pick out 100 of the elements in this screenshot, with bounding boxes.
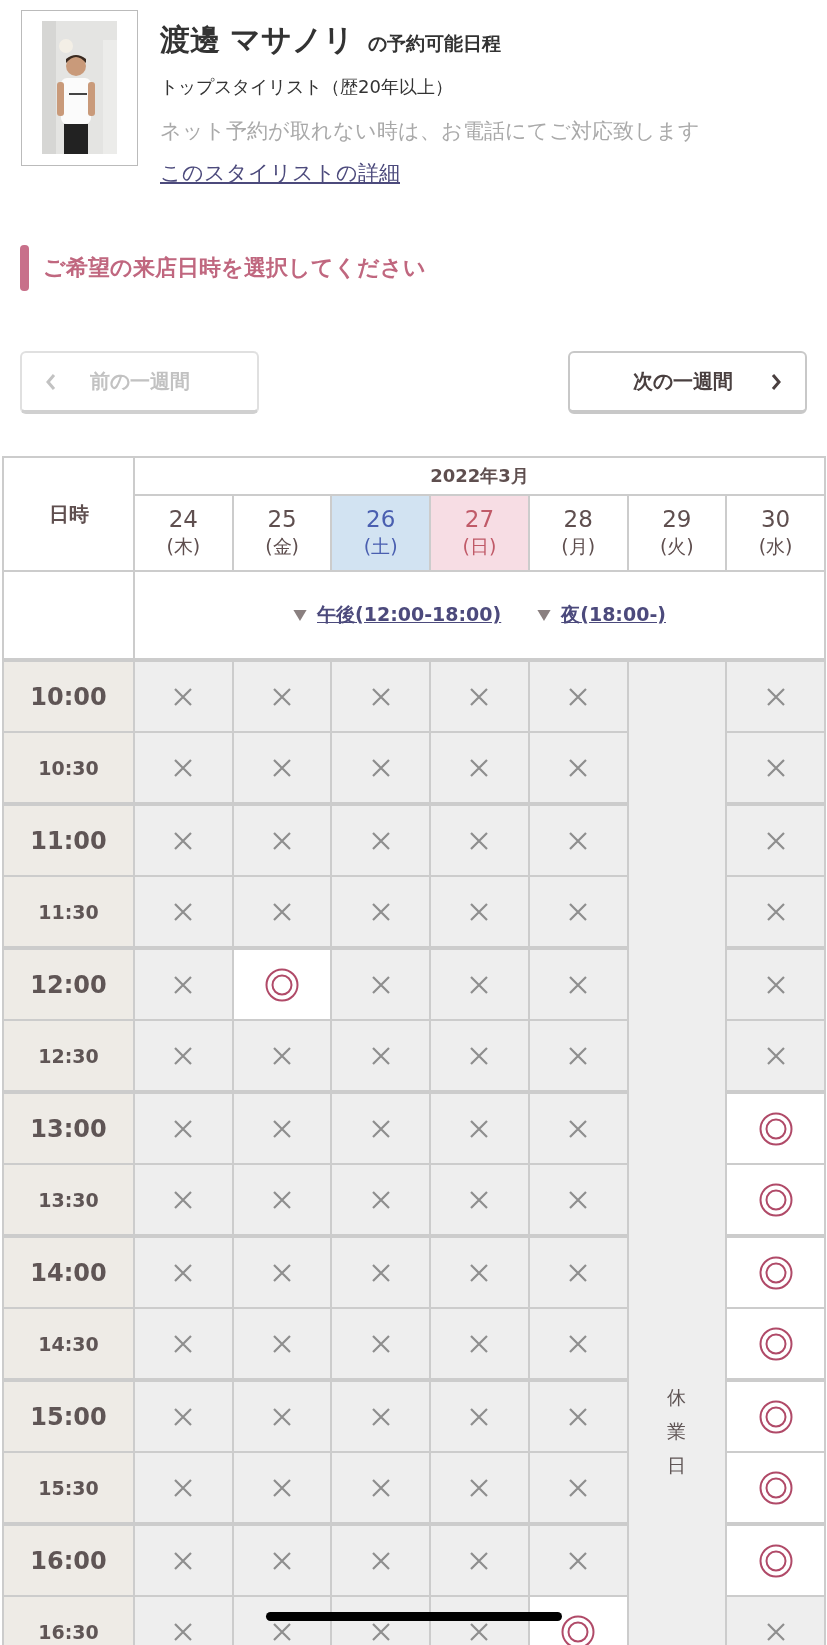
double-circle-icon [758,1470,793,1505]
time-label: 12:30 [3,1020,134,1092]
time-label: 12:00 [3,948,134,1020]
time-label: 11:30 [3,876,134,948]
closed-label: 休業日 [667,1385,687,1479]
cross-icon [469,1406,490,1427]
date-number: 25 [266,506,298,532]
cross-icon [370,686,391,707]
cross-icon [272,1333,293,1354]
weekday-label: (日) [461,534,498,559]
next-week-button[interactable]: 次の一週間 [568,351,807,414]
cross-icon [370,1333,391,1354]
cross-icon [568,901,589,922]
cross-icon [370,1189,391,1210]
cross-icon [469,1045,490,1066]
cross-icon [173,1406,194,1427]
cross-icon [272,901,293,922]
chevron-left-icon [44,372,58,391]
cross-icon [173,1262,194,1283]
cross-icon [568,830,589,851]
time-label: 16:30 [3,1596,134,1645]
cross-icon [370,830,391,851]
date-number: 29 [661,506,693,532]
time-label: 15:00 [3,1380,134,1452]
cross-icon [173,974,194,995]
double-circle-icon [758,1326,793,1361]
cross-icon [173,901,194,922]
cross-icon [173,757,194,778]
month-header: 2022年3月 [134,457,825,495]
section-heading: ご希望の来店日時を選択してください [43,254,426,282]
cross-icon [568,1262,589,1283]
cross-icon [272,1118,293,1139]
cross-icon [568,1189,589,1210]
time-label: 16:00 [3,1524,134,1596]
date-number: 28 [562,506,594,532]
cross-icon [370,1477,391,1498]
date-number: 24 [167,506,199,532]
title-suffix: の予約可能日程 [368,31,502,56]
cross-icon [173,830,194,851]
weekday-label: (火) [658,534,695,559]
double-circle-icon [758,1182,793,1217]
cross-icon [370,974,391,995]
time-label: 10:00 [3,660,134,732]
weekday-label: (金) [264,534,300,559]
stylist-title: トップスタイリスト（歴20年以上） [160,75,453,99]
cross-icon [469,1477,490,1498]
cross-icon [469,1333,490,1354]
cross-icon [272,757,293,778]
cross-icon [568,1118,589,1139]
cross-icon [469,1118,490,1139]
cross-icon [469,1189,490,1210]
weekday-label: (月) [560,534,597,559]
cross-icon [173,1477,194,1498]
cross-icon [370,1621,391,1642]
cross-icon [272,1262,293,1283]
table-header-cell: 日時 [3,457,134,571]
cross-icon [469,901,490,922]
cross-icon [568,1045,589,1066]
note-text: ネット予約が取れない時は、お電話にてご対応致します [160,118,700,145]
cross-icon [370,1045,391,1066]
cross-icon [568,1333,589,1354]
weekday-label: (土) [362,534,399,559]
cross-icon [272,1045,293,1066]
cross-icon [272,1550,293,1571]
triangle-icon [293,609,307,621]
date-number: 30 [759,506,792,532]
weekday-label: (水) [757,534,794,559]
cross-icon [568,1406,589,1427]
stylist-detail-link[interactable]: このスタイリストの詳細 [160,159,400,187]
time-label: 13:00 [3,1092,134,1164]
cross-icon [568,974,589,995]
cross-icon [272,686,293,707]
cross-icon [272,1406,293,1427]
cross-icon [173,1333,194,1354]
cross-icon [469,1621,490,1642]
cross-icon [765,1621,786,1642]
cross-icon [765,757,786,778]
cross-icon [370,1550,391,1571]
cross-icon [370,757,391,778]
double-circle-icon [758,1255,793,1290]
time-label: 14:30 [3,1308,134,1380]
cross-icon [272,1477,293,1498]
cross-icon [370,1118,391,1139]
cross-icon [173,1045,194,1066]
double-circle-icon [758,1543,793,1578]
double-circle-icon [265,967,300,1002]
cross-icon [173,1118,194,1139]
time-label: 14:00 [3,1236,134,1308]
stylist-name: 渡邊 マサノリ [160,21,355,59]
cross-icon [568,757,589,778]
heading-bar [20,245,29,291]
period-link[interactable]: 夜(18:00-) [561,602,666,628]
cross-icon [568,1477,589,1498]
double-circle-icon [758,1111,793,1146]
cross-icon [173,686,194,707]
cross-icon [568,686,589,707]
time-label: 15:30 [3,1452,134,1524]
period-link[interactable]: 午後(12:00-18:00) [317,602,502,628]
cross-icon [469,830,490,851]
time-label: 11:00 [3,804,134,876]
